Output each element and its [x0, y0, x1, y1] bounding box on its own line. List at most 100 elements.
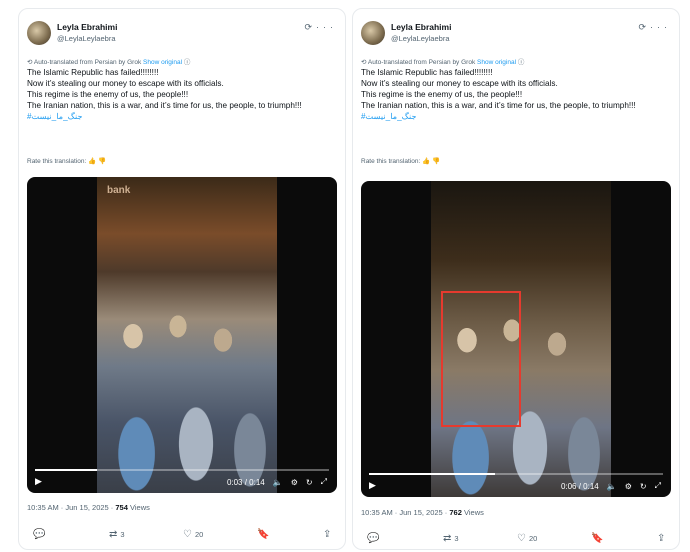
tweet-line: The Islamic Republic has failed!!!!!!!!: [27, 68, 159, 77]
info-icon: ⓘ: [183, 59, 191, 66]
auto-translated-text: Auto-translated from Persian by Grok: [367, 59, 476, 66]
settings-icon[interactable]: ⚙: [625, 482, 632, 491]
author-handle[interactable]: @LeylaLeylaebra: [391, 34, 449, 43]
hashtag-link[interactable]: #جنگ_ما_نیست: [27, 111, 337, 122]
timestamp[interactable]: 10:35 AM · Jun 15, 2025 ·: [27, 503, 115, 512]
play-icon[interactable]: ▶: [369, 480, 376, 491]
volume-icon[interactable]: 🔈: [273, 478, 283, 487]
author-name[interactable]: Leyla Ebrahimi: [391, 22, 451, 32]
avatar[interactable]: [361, 21, 385, 45]
video-frame: bank: [97, 177, 277, 493]
replay-icon[interactable]: ↻: [640, 482, 647, 491]
show-original-link[interactable]: Show original: [477, 59, 516, 66]
tweet-actions: 💬 ⇄ 3 ♡ 20 🔖 ⇪: [361, 533, 671, 549]
reply-icon: 💬: [367, 533, 380, 544]
retweet-icon: ⇄: [109, 529, 118, 540]
tweet-meta: 10:35 AM · Jun 15, 2025 · 762 Views: [361, 508, 484, 517]
retweet-button[interactable]: ⇄ 3: [443, 533, 459, 544]
views-count: 754: [115, 503, 128, 512]
auto-translated-notice: ⟲ Auto-translated from Persian by Grok S…: [361, 56, 524, 66]
header-icons: ⟳···: [638, 22, 671, 33]
video-controls: ▶ 0:03 / 0:14 🔈 ⚙ ↻ ⤢: [27, 467, 337, 493]
tweet-card-left[interactable]: Leyla Ebrahimi @LeylaLeylaebra ⟳··· ⟲ Au…: [18, 8, 346, 550]
views-label: Views: [130, 503, 150, 512]
reply-button[interactable]: 💬: [33, 529, 45, 540]
video-progress-fill: [35, 469, 97, 471]
tweet-card-right[interactable]: Leyla Ebrahimi @LeylaLeylaebra ⟳··· ⟲ Au…: [352, 8, 680, 550]
share-button[interactable]: ⇪: [657, 533, 665, 544]
hashtag-link[interactable]: #جنگ_ما_نیست: [361, 111, 671, 122]
timestamp[interactable]: 10:35 AM · Jun 15, 2025 ·: [361, 508, 449, 517]
retweet-count: 3: [120, 530, 125, 539]
header-icons: ⟳···: [304, 22, 337, 33]
avatar[interactable]: [27, 21, 51, 45]
fullscreen-icon[interactable]: ⤢: [321, 477, 327, 487]
bookmark-icon: 🔖: [591, 533, 604, 544]
bookmark-icon: 🔖: [257, 529, 270, 540]
thumbs-up-icon[interactable]: 👍: [422, 158, 430, 165]
views-label: Views: [464, 508, 484, 517]
auto-translated-notice: ⟲ Auto-translated from Persian by Grok S…: [27, 56, 190, 66]
tweet-text: The Islamic Republic has failed!!!!!!!! …: [27, 67, 337, 122]
video-time: 0:06 / 0:14: [560, 481, 599, 491]
translate-icon: ⟲: [361, 59, 367, 66]
tweet-actions: 💬 ⇄ 3 ♡ 20 🔖 ⇪: [27, 529, 337, 547]
thumbs-down-icon[interactable]: 👎: [432, 158, 440, 165]
translate-icon: ⟲: [27, 59, 33, 66]
retweet-button[interactable]: ⇄ 3: [109, 529, 125, 540]
tweet-header: Leyla Ebrahimi @LeylaLeylaebra ⟳···: [361, 21, 671, 51]
more-icon[interactable]: ···: [650, 22, 671, 32]
play-icon[interactable]: ▶: [35, 476, 42, 487]
video-frame: [431, 181, 611, 497]
like-count: 20: [528, 534, 538, 543]
tweet-line: The Islamic Republic has failed!!!!!!!!: [361, 68, 493, 77]
share-button[interactable]: ⇪: [323, 529, 331, 540]
tweet-line: The Iranian nation, this is a war, and i…: [361, 101, 636, 110]
retweet-count: 3: [454, 534, 459, 543]
rate-translation: Rate this translation: 👍 👎: [27, 157, 106, 165]
show-original-link[interactable]: Show original: [143, 59, 182, 66]
rate-label: Rate this translation:: [361, 158, 421, 165]
video-progress-fill: [369, 473, 496, 475]
rate-translation: Rate this translation: 👍 👎: [361, 157, 440, 165]
retweet-icon: ⇄: [443, 533, 452, 544]
bookmark-button[interactable]: 🔖: [591, 533, 603, 544]
bank-sign: bank: [107, 185, 131, 196]
thumbs-down-icon[interactable]: 👎: [98, 158, 106, 165]
tweet-line: Now it’s stealing our money to escape wi…: [27, 79, 224, 88]
heart-icon: ♡: [517, 533, 526, 544]
crowd-image: [97, 297, 277, 493]
reply-icon: 💬: [33, 529, 46, 540]
video-player[interactable]: bank ▶ 0:03 / 0:14 🔈 ⚙ ↻ ⤢: [27, 177, 337, 493]
volume-icon[interactable]: 🔈: [607, 482, 617, 491]
tweet-text: The Islamic Republic has failed!!!!!!!! …: [361, 67, 671, 122]
thumbs-up-icon[interactable]: 👍: [88, 158, 96, 165]
highlight-box: [441, 291, 521, 427]
views-count: 762: [449, 508, 462, 517]
video-controls: ▶ 0:06 / 0:14 🔈 ⚙ ↻ ⤢: [361, 471, 671, 497]
settings-icon[interactable]: ⚙: [291, 478, 298, 487]
video-progress-bar[interactable]: [369, 473, 663, 475]
tweet-line: This regime is the enemy of us, the peop…: [361, 90, 523, 99]
rate-label: Rate this translation:: [27, 158, 87, 165]
tweet-line: This regime is the enemy of us, the peop…: [27, 90, 189, 99]
bookmark-button[interactable]: 🔖: [257, 529, 269, 540]
author-name[interactable]: Leyla Ebrahimi: [57, 22, 117, 32]
video-player[interactable]: ▶ 0:06 / 0:14 🔈 ⚙ ↻ ⤢: [361, 181, 671, 497]
auto-translated-text: Auto-translated from Persian by Grok: [33, 59, 142, 66]
more-icon[interactable]: ···: [316, 22, 337, 32]
author-handle[interactable]: @LeylaLeylaebra: [57, 34, 115, 43]
share-icon: ⇪: [657, 533, 666, 544]
video-progress-bar[interactable]: [35, 469, 329, 471]
like-button[interactable]: ♡ 20: [517, 533, 537, 544]
grok-icon[interactable]: ⟳: [638, 22, 650, 32]
replay-icon[interactable]: ↻: [306, 478, 313, 487]
grok-icon[interactable]: ⟳: [304, 22, 316, 32]
fullscreen-icon[interactable]: ⤢: [655, 481, 661, 491]
tweet-line: Now it’s stealing our money to escape wi…: [361, 79, 558, 88]
tweet-line: The Iranian nation, this is a war, and i…: [27, 101, 302, 110]
heart-icon: ♡: [183, 529, 192, 540]
like-button[interactable]: ♡ 20: [183, 529, 203, 540]
like-count: 20: [194, 530, 204, 539]
reply-button[interactable]: 💬: [367, 533, 379, 544]
